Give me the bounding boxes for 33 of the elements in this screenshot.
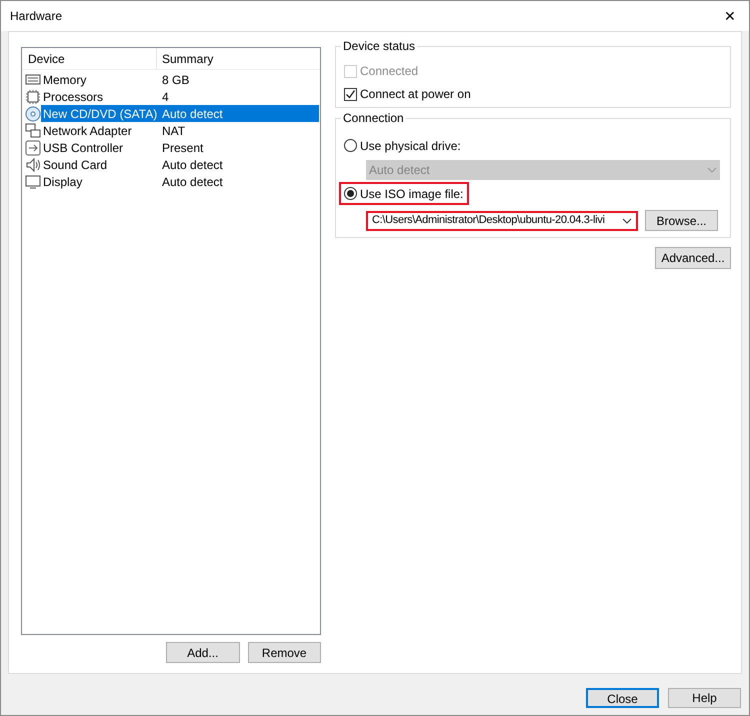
disc-icon — [25, 106, 41, 122]
window-title: Hardware — [10, 8, 62, 25]
radio-label: Use ISO image file: — [360, 186, 464, 202]
advanced-button[interactable]: Advanced... — [655, 247, 731, 269]
close-button[interactable]: Close — [586, 688, 659, 708]
add-button[interactable]: Add... — [166, 642, 240, 663]
group-title: Connection — [341, 111, 406, 125]
list-row[interactable]: New CD/DVD (SATA) Auto detect — [41, 105, 319, 122]
list-row[interactable]: Sound Card Auto detect — [41, 156, 319, 173]
browse-button[interactable]: Browse... — [645, 210, 718, 231]
help-button[interactable]: Help — [668, 688, 741, 708]
network-icon — [25, 122, 41, 138]
path-dropdown[interactable]: C:\Users\Administrator\Desktop\ubuntu-20.04.3-livi — [366, 210, 638, 230]
list-row[interactable]: Network Adapter NAT — [41, 122, 319, 139]
monitor-icon — [25, 174, 41, 190]
list-row[interactable]: USB Controller Present — [41, 139, 319, 156]
radio-button[interactable] — [344, 187, 357, 200]
list-row[interactable]: Processors 4 — [41, 88, 319, 105]
chip-icon — [25, 88, 41, 104]
caret-icon — [622, 218, 632, 224]
checkbox-label: Connected — [360, 63, 418, 80]
radio-label: Use physical drive: — [360, 138, 461, 154]
checkbox-label: Connect at power on — [360, 86, 471, 103]
list-row[interactable]: Display Auto detect — [41, 173, 319, 190]
group-title: Device status — [341, 39, 418, 53]
caret-icon — [707, 167, 717, 173]
column-header[interactable]: Summary — [157, 48, 214, 69]
speaker-icon — [25, 156, 41, 172]
column-header[interactable]: Device — [22, 48, 157, 69]
memory-icon — [25, 72, 41, 88]
remove-button[interactable]: Remove — [248, 642, 321, 663]
list-row[interactable]: Memory 8 GB — [41, 71, 319, 88]
checkbox[interactable] — [344, 88, 357, 100]
